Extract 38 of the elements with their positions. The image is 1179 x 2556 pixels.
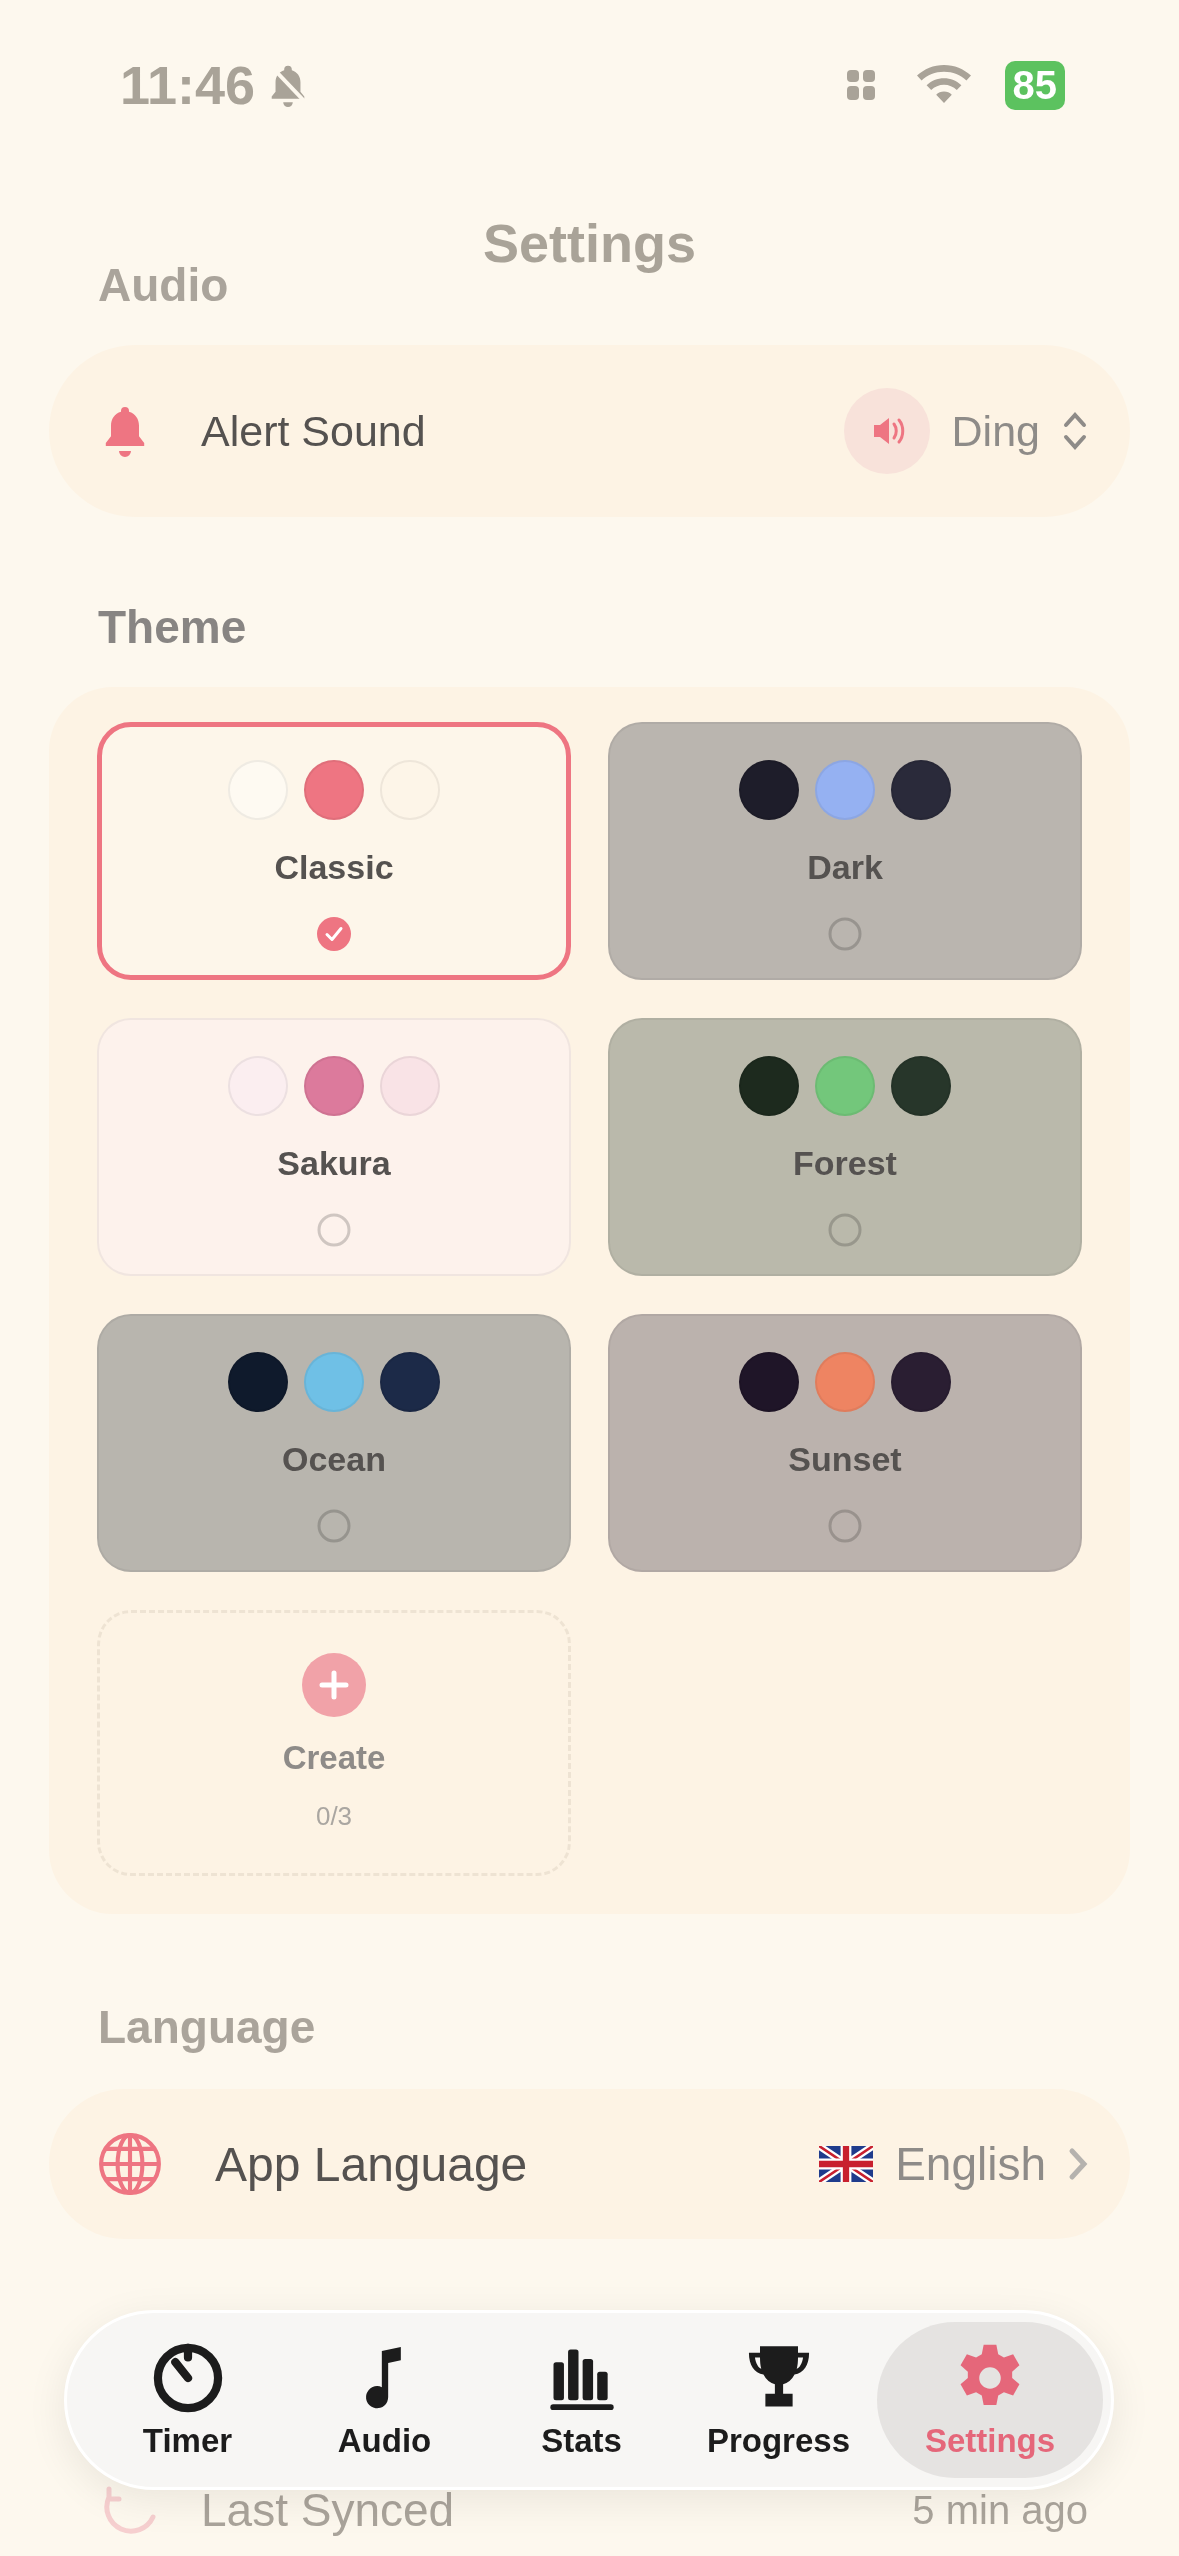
theme-card[interactable]: Sakura: [97, 1018, 571, 1276]
row-label: Alert Sound: [201, 406, 427, 456]
section-heading: Theme: [97, 600, 248, 655]
theme-name: Classic: [274, 848, 394, 887]
theme-name: Ocean: [282, 1440, 386, 1479]
globe-icon: [97, 2131, 163, 2197]
theme-name: Dark: [807, 848, 883, 887]
screen-title: Settings: [482, 212, 697, 274]
chevron-right-icon: [1068, 2147, 1088, 2181]
wifi-icon: [916, 65, 971, 105]
theme-card[interactable]: Forest: [608, 1018, 1082, 1276]
row-label: App Language: [215, 2136, 529, 2192]
theme-card[interactable]: Classic: [97, 722, 571, 980]
tab-button[interactable]: Audio: [286, 2322, 483, 2478]
sync-label: Last Synced: [201, 2483, 456, 2537]
section-heading: Language: [97, 2000, 317, 2055]
theme-card[interactable]: Sunset: [608, 1314, 1082, 1572]
up-down-chevron-icon: [1062, 411, 1088, 451]
battery-level: 85: [1004, 60, 1065, 110]
sync-time: 5 min ago: [912, 2487, 1088, 2533]
theme-name: Sunset: [788, 1440, 902, 1479]
theme-card[interactable]: Ocean: [97, 1314, 571, 1572]
speaker-button[interactable]: [843, 388, 930, 474]
language-value: English: [895, 2137, 1046, 2191]
settings-row[interactable]: Alert Sound Ding: [49, 345, 1130, 517]
create-label: Create: [282, 1739, 386, 1777]
plus-icon: [302, 1653, 366, 1717]
flag-icon: [819, 2146, 874, 2182]
theme-name: Forest: [793, 1144, 897, 1183]
section-heading: Audio: [97, 258, 230, 313]
tab-button[interactable]: Timer: [89, 2322, 286, 2478]
theme-name: Sakura: [277, 1144, 391, 1183]
theme-count: 0/3: [315, 1801, 353, 1832]
clock-time: 11:46: [120, 54, 256, 116]
tab-button[interactable]: Progress: [680, 2322, 877, 2478]
settings-row[interactable]: App Language English: [49, 2089, 1130, 2239]
theme-card[interactable]: Dark: [608, 722, 1082, 980]
tab-button[interactable]: Stats: [483, 2322, 680, 2478]
